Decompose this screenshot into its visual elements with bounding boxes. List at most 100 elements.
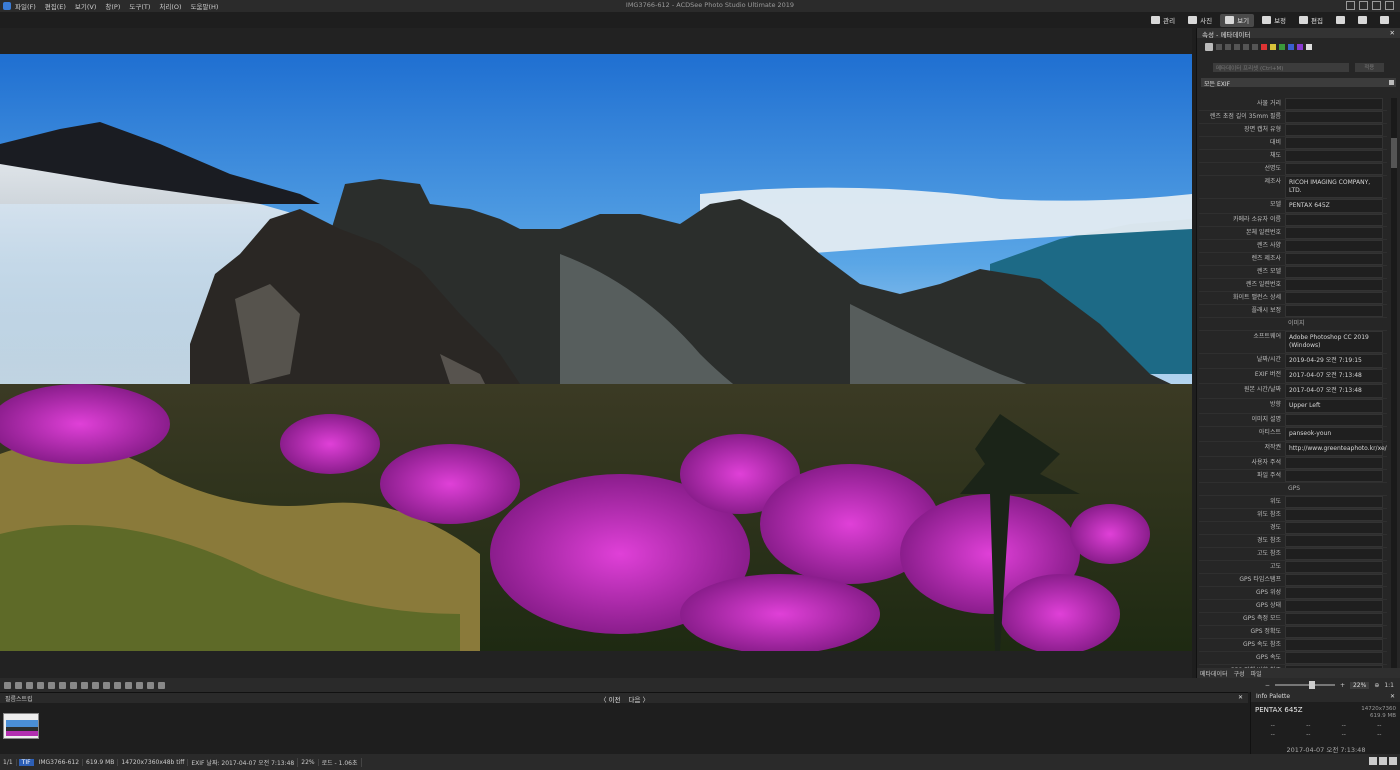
menu-edit[interactable]: 편집(E) <box>45 1 66 11</box>
metadata-value[interactable] <box>1285 548 1383 560</box>
slideshow-icon[interactable] <box>147 681 154 689</box>
metadata-value[interactable] <box>1285 574 1383 586</box>
menu-view[interactable]: 보기(V) <box>75 1 96 11</box>
metadata-value[interactable]: RICOH IMAGING COMPANY, LTD. <box>1285 176 1383 198</box>
mode-tab-sync[interactable] <box>1375 14 1394 27</box>
levels-icon[interactable] <box>114 681 121 689</box>
rating-1[interactable] <box>1216 44 1222 50</box>
metadata-value[interactable] <box>1285 613 1383 625</box>
metadata-value[interactable] <box>1285 587 1383 599</box>
menu-process[interactable]: 처리(O) <box>159 1 181 11</box>
metadata-value[interactable] <box>1285 214 1383 226</box>
metadata-value[interactable]: Adobe Photoshop CC 2019 (Windows) <box>1285 331 1383 353</box>
metadata-value[interactable] <box>1285 124 1383 136</box>
scrollbar-thumb[interactable] <box>1391 138 1397 168</box>
menu-file[interactable]: 파일(F) <box>15 1 36 11</box>
apply-button[interactable]: 적용 <box>1354 62 1384 72</box>
crop-icon[interactable] <box>48 681 55 689</box>
mode-tab-photos[interactable]: 사진 <box>1183 14 1217 27</box>
metadata-value[interactable]: http://www.greenteaphoto.kr/xe/ <box>1285 442 1387 456</box>
settings-icon[interactable] <box>92 681 99 689</box>
mode-tab-365[interactable] <box>1331 14 1350 27</box>
minimize-icon[interactable] <box>1359 1 1368 10</box>
metadata-value[interactable] <box>1285 470 1383 482</box>
close-icon[interactable] <box>1385 1 1394 10</box>
metadata-value[interactable] <box>1285 652 1383 664</box>
metadata-value[interactable] <box>1285 414 1383 426</box>
tab-file[interactable]: 파일 <box>1251 669 1262 678</box>
hand-icon[interactable] <box>59 681 66 689</box>
metadata-value[interactable]: 2017-04-07 오전 7:13:48 <box>1285 384 1383 398</box>
metadata-value[interactable] <box>1285 639 1383 651</box>
tab-organize[interactable]: 구성 <box>1234 669 1245 678</box>
app-logo-icon[interactable] <box>3 2 11 10</box>
metadata-value[interactable] <box>1285 561 1383 573</box>
prev-button[interactable]: 〈 이전 <box>600 694 621 704</box>
metadata-value[interactable] <box>1285 292 1383 304</box>
menu-help[interactable]: 도움말(H) <box>191 1 219 11</box>
metadata-value[interactable]: 2017-04-07 오전 7:13:48 <box>1285 369 1383 383</box>
info-palette-close-icon[interactable]: ✕ <box>1390 693 1395 701</box>
filmstrip-close-icon[interactable]: ✕ <box>1238 694 1243 701</box>
metadata-value[interactable]: panseok-youn <box>1285 427 1383 441</box>
metadata-value[interactable] <box>1285 305 1383 317</box>
mode-tab-manage[interactable]: 관리 <box>1146 14 1180 27</box>
metadata-value[interactable] <box>1285 163 1383 175</box>
metadata-value[interactable] <box>1285 457 1383 469</box>
metadata-preset-select[interactable]: 메타데이터 프리셋 (Ctrl+M) <box>1213 62 1349 72</box>
photo-canvas[interactable] <box>0 54 1192 651</box>
mode-tab-edit[interactable]: 편집 <box>1294 14 1328 27</box>
next-button[interactable]: 다음 〉 <box>629 694 650 704</box>
metadata-value[interactable] <box>1285 137 1383 149</box>
image-viewer[interactable] <box>0 28 1192 678</box>
metadata-value[interactable] <box>1285 279 1383 291</box>
layout-icon[interactable] <box>1346 1 1355 10</box>
rotate-left-icon[interactable] <box>15 681 22 689</box>
select-icon[interactable] <box>37 681 44 689</box>
metadata-value[interactable] <box>1285 98 1383 110</box>
filmstrip-thumbnail[interactable] <box>3 713 39 739</box>
tag-checkbox[interactable] <box>1205 43 1213 51</box>
metadata-scrollbar[interactable] <box>1391 98 1397 668</box>
color-label-yellow[interactable] <box>1270 44 1276 50</box>
mode-tab-develop[interactable]: 보정 <box>1257 14 1291 27</box>
metadata-value[interactable] <box>1285 496 1383 508</box>
rating-2[interactable] <box>1225 44 1231 50</box>
tab-metadata[interactable]: 메타데이터 <box>1200 669 1228 678</box>
status-flag-icon[interactable] <box>1389 757 1397 765</box>
metadata-value[interactable] <box>1285 227 1383 239</box>
metadata-value[interactable] <box>1285 150 1383 162</box>
metadata-value[interactable] <box>1285 600 1383 612</box>
maximize-icon[interactable] <box>1372 1 1381 10</box>
zoom-value[interactable]: 22% <box>1349 681 1370 689</box>
compare-icon[interactable] <box>136 681 143 689</box>
color-label-purple[interactable] <box>1297 44 1303 50</box>
metadata-value[interactable] <box>1285 535 1383 547</box>
metadata-value[interactable]: Upper Left <box>1285 399 1383 413</box>
rating-5[interactable] <box>1252 44 1258 50</box>
metadata-value[interactable] <box>1285 111 1383 123</box>
thumbnails-icon[interactable] <box>158 681 165 689</box>
zoom-fit-icon[interactable]: ⊕ <box>1374 682 1379 689</box>
color-icon[interactable] <box>125 681 132 689</box>
color-label-green[interactable] <box>1279 44 1285 50</box>
exif-filter-select[interactable]: 모든 EXIF <box>1201 78 1396 88</box>
menu-tools[interactable]: 도구(T) <box>129 1 150 11</box>
metadata-value[interactable] <box>1285 509 1383 521</box>
save-icon[interactable] <box>4 681 11 689</box>
color-label-blue[interactable] <box>1288 44 1294 50</box>
zoom-out-icon[interactable]: − <box>1265 682 1270 689</box>
color-label-red[interactable] <box>1261 44 1267 50</box>
status-check-icon[interactable] <box>1379 757 1387 765</box>
metadata-value[interactable] <box>1285 626 1383 638</box>
rating-4[interactable] <box>1243 44 1249 50</box>
menu-window[interactable]: 창(P) <box>105 1 120 11</box>
zoom-slider[interactable] <box>1274 681 1335 689</box>
metadata-value[interactable] <box>1285 522 1383 534</box>
mode-tab-view[interactable]: 보기 <box>1220 13 1255 27</box>
color-label-clear[interactable] <box>1306 44 1312 50</box>
metadata-value[interactable] <box>1285 240 1383 252</box>
zoom-tool-icon[interactable] <box>70 681 77 689</box>
metadata-value[interactable] <box>1285 266 1383 278</box>
metadata-value[interactable] <box>1285 253 1383 265</box>
